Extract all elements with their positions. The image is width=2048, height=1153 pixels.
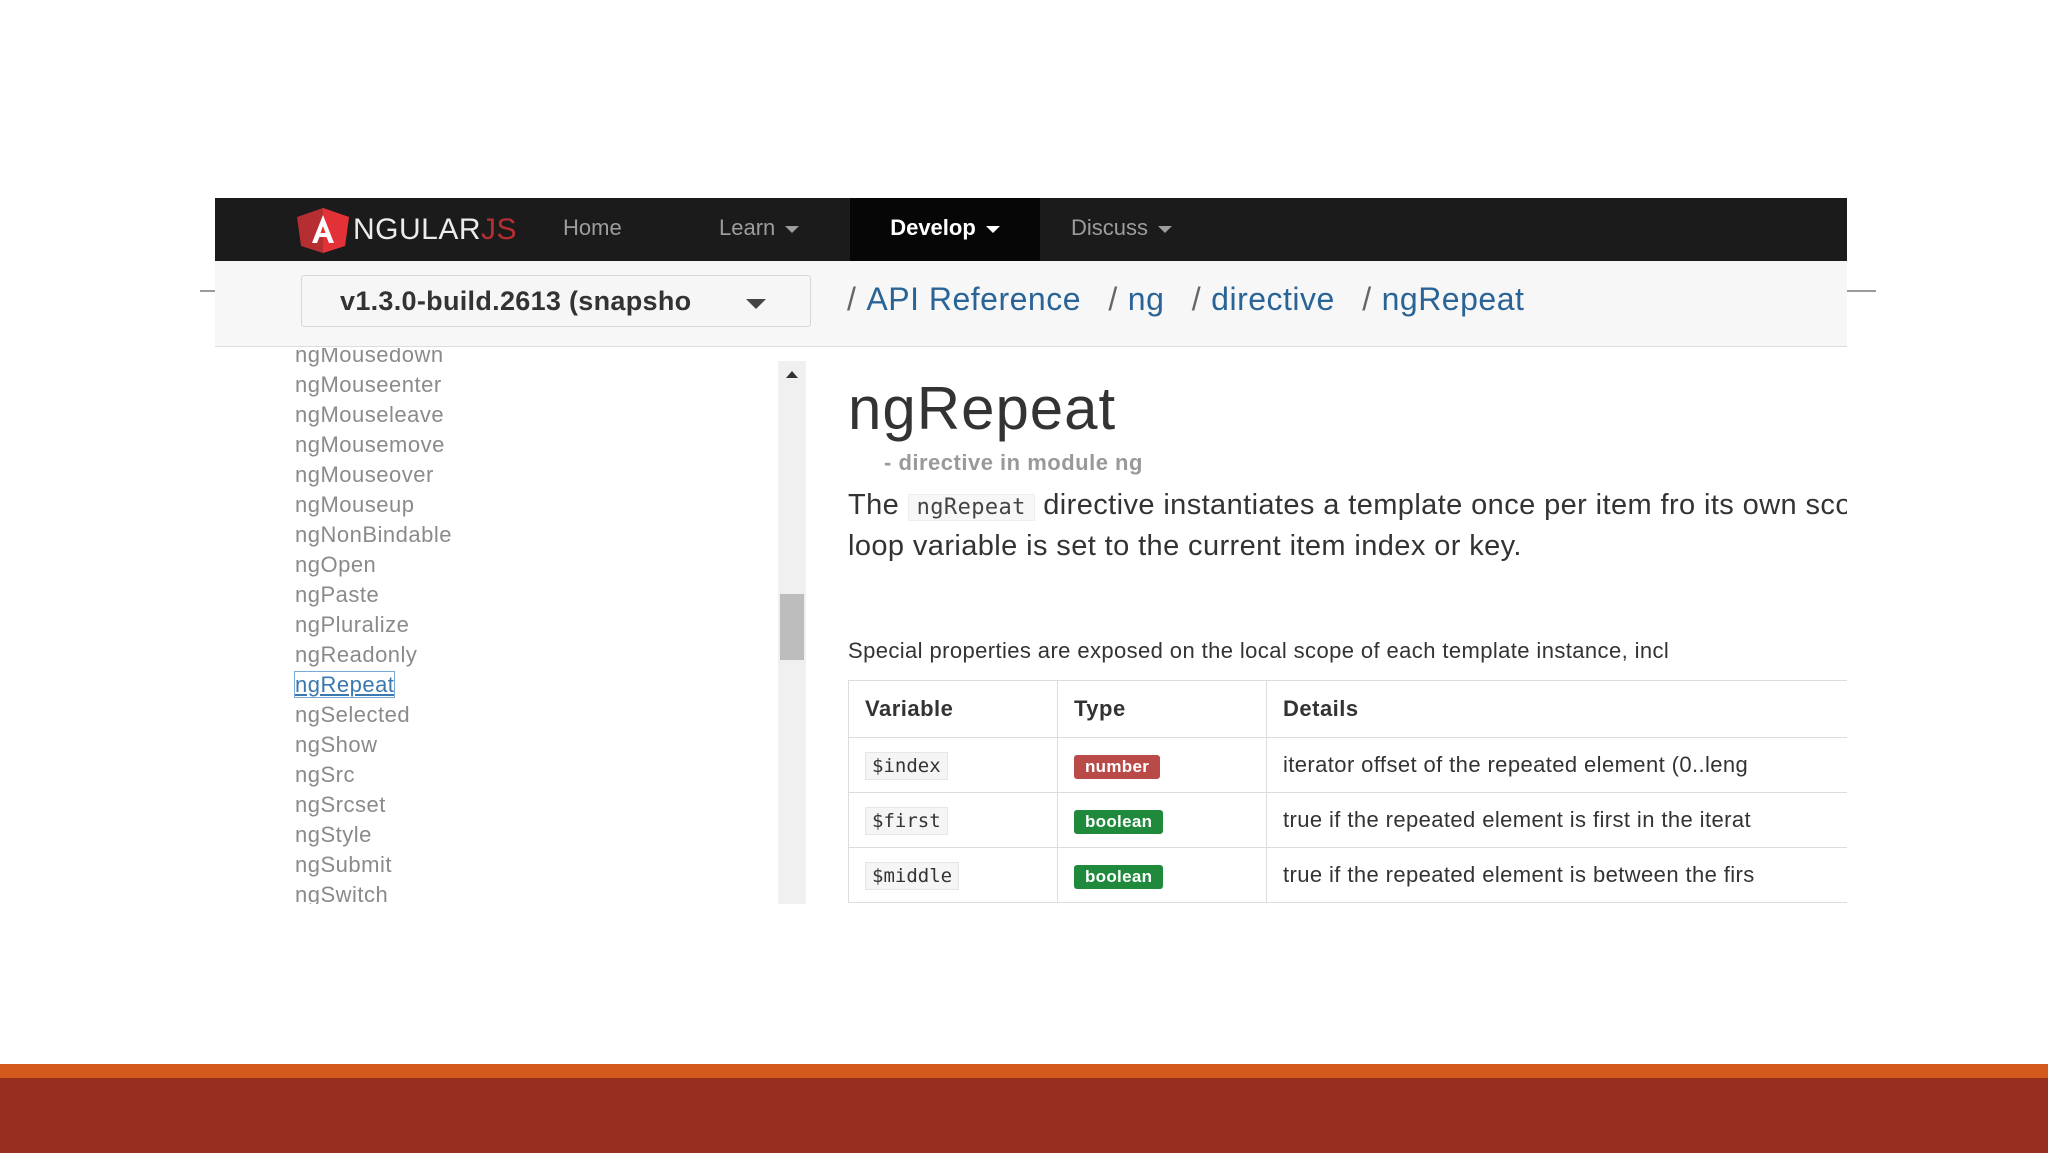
sidebar-item-label: ngMousedown [295,348,444,367]
sidebar-item[interactable]: ngNonBindable [295,520,452,550]
sidebar-item-label: ngSubmit [295,852,392,877]
sidebar-item-label: ngSwitch [295,882,389,904]
sidebar-list: ngMousedown ngMouseenter ngMouseleave ngMou… [293,348,452,904]
nav-home[interactable]: Home [563,198,622,261]
sidebar-item[interactable]: ngMouseenter [295,370,452,400]
sidebar-item[interactable]: ngStyle [295,820,452,850]
breadcrumb-bar: v1.3.0-build.2613 (snapsho / API Referenc… [215,261,1847,347]
sidebar-item[interactable]: ngSrc [295,760,452,790]
slide-accent-band [0,1064,2048,1078]
sidebar-item[interactable]: ngRepeat [293,670,452,700]
sidebar-item-label: ngMouseover [295,462,434,487]
page-title: ngRepeat [848,375,1117,442]
sidebar-scrollbar[interactable] [778,361,806,904]
sidebar-item-label: ngSrc [295,762,355,787]
angularjs-logo[interactable]: NGULARJS [295,202,517,257]
breadcrumb-current[interactable]: ngRepeat [1382,281,1525,317]
sidebar-item[interactable]: ngMouseleave [295,400,452,430]
sidebar-item[interactable]: ngMouseup [295,490,452,520]
column-header-variable: Variable [848,680,1058,738]
details-cell: true if the repeated element is first in… [1266,792,1847,848]
sidebar-item[interactable]: ngSelected [295,700,452,730]
column-header-type: Type [1057,680,1267,738]
chevron-down-icon [985,225,1000,233]
breadcrumb-directive[interactable]: directive [1211,281,1335,317]
sidebar-item[interactable]: ngMousemove [295,430,452,460]
sidebar-item-label: ngMouseenter [295,372,442,397]
properties-table: Variable Type Details $index number iter… [848,680,1847,903]
top-navbar: NGULARJS Home Learn Develop Discuss [215,198,1847,261]
breadcrumb-ng[interactable]: ng [1128,281,1165,317]
sidebar-item-label: ngNonBindable [295,522,452,547]
sidebar-item-label: ngRepeat [293,671,396,698]
sidebar-item-label: ngReadonly [295,642,418,667]
sidebar-item[interactable]: ngMousedown [295,348,452,370]
type-badge: boolean [1074,864,1164,889]
sidebar-item-label: ngSrcset [295,792,386,817]
intro-paragraph: The ngRepeat directive instantiates a te… [848,489,1847,562]
breadcrumb: / API Reference / ng / directive / ngRepeat [847,281,1525,317]
sidebar-item-label: ngMouseleave [295,402,445,427]
breadcrumb-api-reference[interactable]: API Reference [866,281,1081,317]
sidebar-item-label: ngPluralize [295,612,410,637]
sidebar-item[interactable]: ngReadonly [295,640,452,670]
nav-develop[interactable]: Develop [850,198,1040,261]
table-header-row: Variable Type Details [848,680,1847,738]
variable-name: $middle [865,862,960,890]
variable-name: $index [865,752,948,780]
chevron-down-icon [785,225,800,233]
main-content: ngRepeat - directive in module ng The ng… [832,346,1847,904]
nav-learn[interactable]: Learn [719,198,800,261]
type-badge: number [1074,754,1161,779]
chevron-down-icon [1158,225,1173,233]
special-properties-note: Special properties are exposed on the lo… [848,638,1670,663]
sidebar-item[interactable]: ngPluralize [295,610,452,640]
sidebar-item-label: ngShow [295,732,378,757]
page-subtitle: - directive in module ng [884,450,1143,475]
table-row: $index number iterator offset of the rep… [848,737,1847,793]
column-header-details: Details [1266,680,1847,738]
browser-screenshot: NGULARJS Home Learn Develop Discuss v1.3… [215,198,1847,904]
sidebar-item-label: ngStyle [295,822,372,847]
scroll-up-arrow-icon[interactable] [786,371,798,378]
scrollbar-thumb[interactable] [780,594,804,660]
inline-code: ngRepeat [907,494,1035,521]
slide-footer-band [0,1078,2048,1153]
sidebar-item[interactable]: ngSwitch [295,880,452,904]
slide-divider-right [1846,290,1876,292]
sidebar-item[interactable]: ngSubmit [295,850,452,880]
brand-text: NGULARJS [353,212,518,246]
sidebar-item-label: ngMouseup [295,492,415,517]
sidebar-item[interactable]: ngMouseover [295,460,452,490]
sidebar-item[interactable]: ngPaste [295,580,452,610]
version-value: v1.3.0-build.2613 (snapsho [340,286,692,316]
sidebar-item-label: ngPaste [295,582,380,607]
sidebar-item-label: ngMousemove [295,432,445,457]
angular-shield-icon [297,207,349,253]
version-select[interactable]: v1.3.0-build.2613 (snapsho [301,275,811,327]
details-cell: iterator offset of the repeated element … [1266,737,1847,793]
table-row: $first boolean true if the repeated elem… [848,792,1847,848]
nav-discuss[interactable]: Discuss [1071,198,1173,261]
sidebar-item[interactable]: ngSrcset [295,790,452,820]
table-row: $middle boolean true if the repeated ele… [848,847,1847,903]
variable-name: $first [865,807,948,835]
details-cell: true if the repeated element is between … [1266,847,1847,903]
sidebar-item-label: ngOpen [295,552,377,577]
chevron-down-icon [746,299,766,309]
sidebar-item[interactable]: ngOpen [295,550,452,580]
sidebar-item[interactable]: ngShow [295,730,452,760]
api-sidebar: ngMousedown ngMouseenter ngMouseleave ngMou… [215,348,810,904]
sidebar-item-label: ngSelected [295,702,411,727]
type-badge: boolean [1074,809,1164,834]
